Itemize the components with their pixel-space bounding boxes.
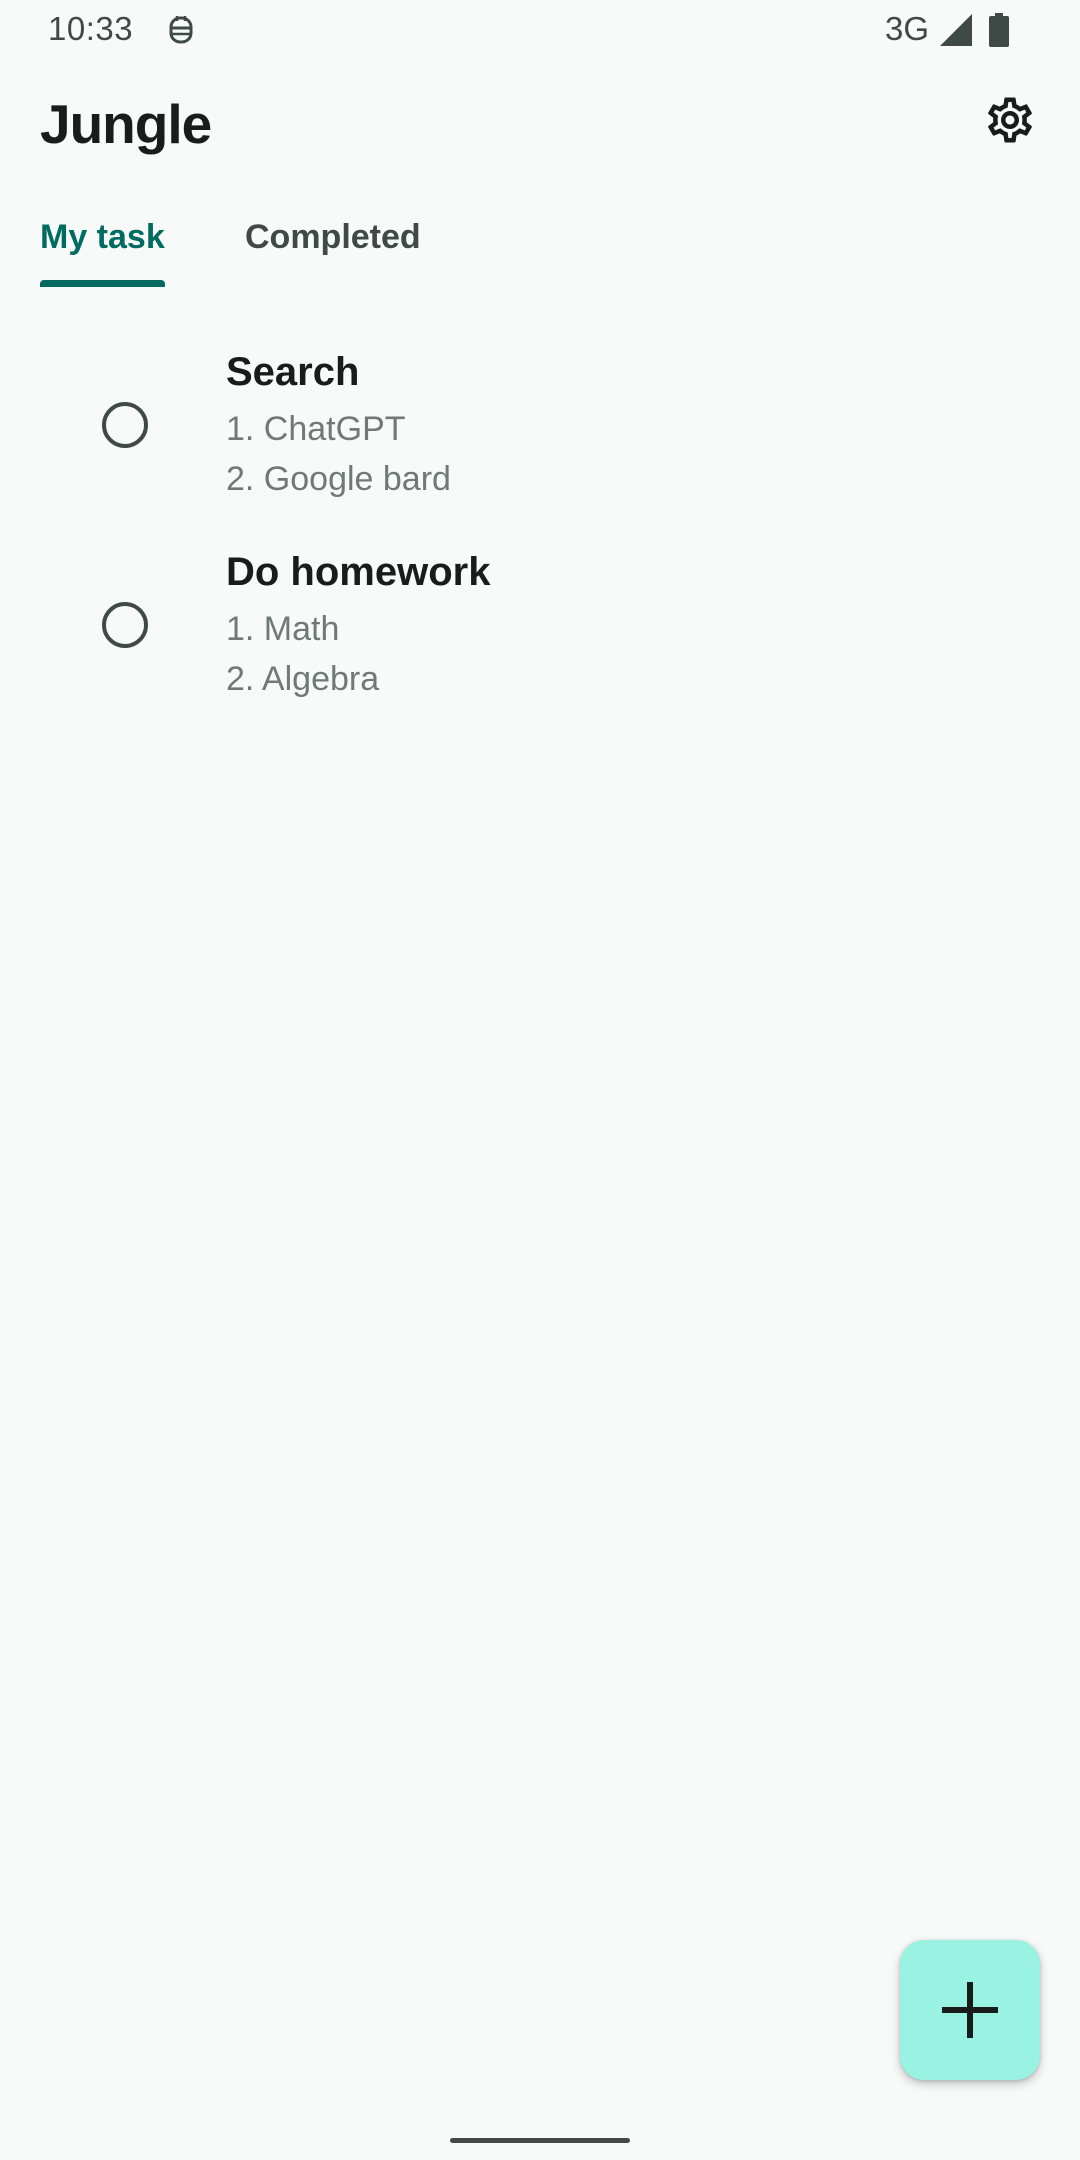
task-note-line: 1. ChatGPT bbox=[226, 410, 406, 448]
plus-icon bbox=[942, 1982, 998, 2038]
signal-icon bbox=[940, 14, 972, 46]
tab-label: Completed bbox=[245, 218, 421, 256]
gear-icon bbox=[988, 97, 1032, 143]
task-checkbox[interactable] bbox=[102, 602, 148, 648]
task-title: Do homework bbox=[226, 550, 491, 594]
tab-label: My task bbox=[40, 218, 165, 256]
tab-bar: My task Completed bbox=[0, 200, 1080, 290]
task-list: Search 1. ChatGPT 2. Google bard Do home… bbox=[0, 340, 1080, 740]
app-bar: Jungle bbox=[0, 62, 1080, 182]
task-title: Search bbox=[226, 350, 360, 394]
task-note-line: 2. Google bard bbox=[226, 460, 451, 498]
status-bar: 10:33 3G bbox=[0, 0, 1080, 62]
task-note-line: 1. Math bbox=[226, 610, 340, 648]
task-item[interactable]: Do homework 1. Math 2. Algebra bbox=[0, 540, 1080, 740]
task-note-line: 2. Algebra bbox=[226, 660, 380, 698]
tab-indicator bbox=[40, 280, 165, 287]
notification-app-icon bbox=[169, 16, 193, 44]
settings-button[interactable] bbox=[978, 88, 1042, 152]
battery-icon bbox=[989, 13, 1009, 47]
tab-my-task[interactable]: My task bbox=[40, 200, 165, 290]
task-item[interactable]: Search 1. ChatGPT 2. Google bard bbox=[0, 340, 1080, 540]
gesture-nav-handle[interactable] bbox=[450, 2138, 630, 2143]
status-time: 10:33 bbox=[48, 10, 134, 47]
network-type: 3G bbox=[885, 10, 930, 47]
task-checkbox[interactable] bbox=[102, 402, 148, 448]
add-task-button[interactable] bbox=[900, 1940, 1040, 2080]
tab-completed[interactable]: Completed bbox=[245, 200, 421, 290]
app-title: Jungle bbox=[40, 93, 212, 155]
